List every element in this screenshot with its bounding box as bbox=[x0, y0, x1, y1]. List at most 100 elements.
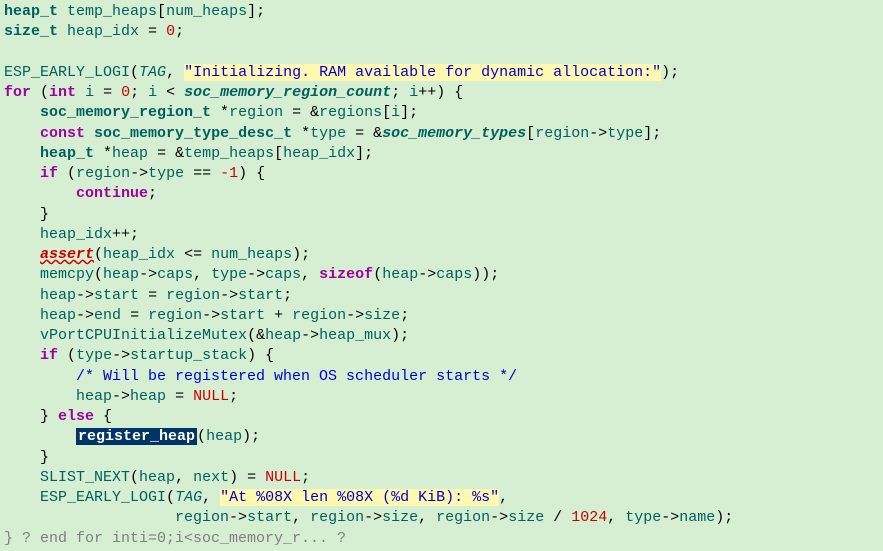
line-5: for (int i = 0; i < soc_memory_region_co… bbox=[4, 84, 463, 101]
ident: start bbox=[247, 509, 292, 526]
comment: /* Will be registered when OS scheduler … bbox=[76, 368, 517, 385]
string-literal: "Initializing. RAM available for dynamic… bbox=[184, 64, 661, 81]
keyword: else bbox=[58, 408, 94, 425]
ident: heap_idx bbox=[103, 246, 175, 263]
keyword: int bbox=[49, 84, 76, 101]
type-token: size_t bbox=[4, 23, 58, 40]
line-21: } else { bbox=[4, 408, 112, 425]
ident: heap bbox=[130, 388, 166, 405]
ident: heap_idx bbox=[283, 145, 355, 162]
ident: end bbox=[94, 307, 121, 324]
line-13: assert(heap_idx <= num_heaps); bbox=[4, 246, 310, 263]
line-14: memcpy(heap->caps, type->caps, sizeof(he… bbox=[4, 266, 499, 283]
ident: heap_mux bbox=[319, 327, 391, 344]
ident: regions bbox=[319, 104, 382, 121]
ident: size bbox=[382, 509, 418, 526]
keyword: const bbox=[40, 125, 85, 142]
ident: next bbox=[193, 469, 229, 486]
macro-call: ESP_EARLY_LOGI bbox=[4, 64, 130, 81]
line-15: heap->start = region->start; bbox=[4, 287, 292, 304]
selected-ident: register_heap bbox=[76, 428, 197, 445]
arg: TAG bbox=[175, 489, 202, 506]
line-1: heap_t temp_heaps[num_heaps]; bbox=[4, 3, 265, 20]
ident: startup_stack bbox=[130, 347, 247, 364]
line-19: /* Will be registered when OS scheduler … bbox=[4, 368, 517, 385]
ident: type bbox=[625, 509, 661, 526]
ident: caps bbox=[157, 266, 193, 283]
ident: region bbox=[175, 509, 229, 526]
keyword: if bbox=[40, 347, 58, 364]
line-12: heap_idx++; bbox=[4, 226, 139, 243]
line-25: ESP_EARLY_LOGI(TAG, "At %08X len %08X (%… bbox=[4, 489, 508, 506]
ident: temp_heaps bbox=[184, 145, 274, 162]
ident: region bbox=[535, 125, 589, 142]
ident: type bbox=[76, 347, 112, 364]
null-literal: NULL bbox=[265, 469, 301, 486]
ident: i bbox=[391, 104, 400, 121]
line-24: SLIST_NEXT(heap, next) = NULL; bbox=[4, 469, 310, 486]
line-11: } bbox=[4, 206, 49, 223]
ident: heap bbox=[40, 307, 76, 324]
ident: num_heaps bbox=[211, 246, 292, 263]
ident: region bbox=[76, 165, 130, 182]
ident: region bbox=[229, 104, 283, 121]
ident: region bbox=[292, 307, 346, 324]
ident: type bbox=[310, 125, 346, 142]
line-23: } bbox=[4, 449, 49, 466]
type-token: heap_t bbox=[40, 145, 94, 162]
ident: region bbox=[148, 307, 202, 324]
line-18: if (type->startup_stack) { bbox=[4, 347, 274, 364]
type-token: soc_memory_type_desc_t bbox=[94, 125, 292, 142]
ident: num_heaps bbox=[166, 3, 247, 20]
ident: heap bbox=[382, 266, 418, 283]
line-22: register_heap(heap); bbox=[4, 428, 260, 445]
ident: region bbox=[436, 509, 490, 526]
line-7: const soc_memory_type_desc_t *type = &so… bbox=[4, 125, 661, 142]
ident: name bbox=[679, 509, 715, 526]
keyword: for bbox=[4, 84, 31, 101]
ident: heap bbox=[40, 287, 76, 304]
ident: region bbox=[310, 509, 364, 526]
type-token: heap_t bbox=[4, 3, 58, 20]
ident: heap bbox=[139, 469, 175, 486]
ident: type bbox=[211, 266, 247, 283]
macro-call: SLIST_NEXT bbox=[40, 469, 130, 486]
line-10: continue; bbox=[4, 185, 157, 202]
ident: start bbox=[94, 287, 139, 304]
ident: type bbox=[607, 125, 643, 142]
ident: region bbox=[166, 287, 220, 304]
ident: soc_memory_types bbox=[382, 125, 526, 142]
string-literal: "At %08X len %08X (%d KiB): %s" bbox=[220, 489, 499, 506]
ident: heap bbox=[265, 327, 301, 344]
arg: TAG bbox=[139, 64, 166, 81]
ident: i bbox=[148, 84, 157, 101]
ident: start bbox=[238, 287, 283, 304]
ident: type bbox=[148, 165, 184, 182]
line-20: heap->heap = NULL; bbox=[4, 388, 238, 405]
macro-call: ESP_EARLY_LOGI bbox=[40, 489, 166, 506]
ident: heap bbox=[112, 145, 148, 162]
code-editor[interactable]: heap_t temp_heaps[num_heaps]; size_t hea… bbox=[0, 0, 883, 551]
func-call: vPortCPUInitializeMutex bbox=[40, 327, 247, 344]
line-2: size_t heap_idx = 0; bbox=[4, 23, 184, 40]
number: 0 bbox=[121, 84, 130, 101]
ident: temp_heaps bbox=[67, 3, 157, 20]
ident: i bbox=[85, 84, 94, 101]
ident: heap bbox=[206, 428, 242, 445]
number: -1 bbox=[220, 165, 238, 182]
ident: heap bbox=[103, 266, 139, 283]
number: 0 bbox=[166, 23, 175, 40]
null-literal: NULL bbox=[193, 388, 229, 405]
assert-macro: assert bbox=[40, 246, 94, 263]
ident: heap bbox=[76, 388, 112, 405]
line-4: ESP_EARLY_LOGI(TAG, "Initializing. RAM a… bbox=[4, 64, 679, 81]
ident: size bbox=[364, 307, 400, 324]
line-16: heap->end = region->start + region->size… bbox=[4, 307, 409, 324]
keyword: continue bbox=[76, 185, 148, 202]
ident: heap_idx bbox=[67, 23, 139, 40]
line-6: soc_memory_region_t *region = &regions[i… bbox=[4, 104, 418, 121]
line-17: vPortCPUInitializeMutex(&heap->heap_mux)… bbox=[4, 327, 409, 344]
line-8: heap_t *heap = &temp_heaps[heap_idx]; bbox=[4, 145, 373, 162]
line-26: region->start, region->size, region->siz… bbox=[4, 509, 733, 526]
ident: soc_memory_region_count bbox=[184, 84, 391, 101]
